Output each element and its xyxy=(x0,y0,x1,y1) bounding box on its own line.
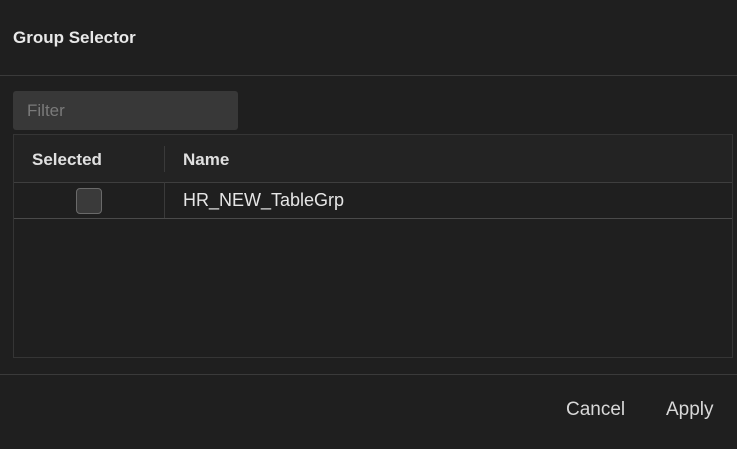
column-divider[interactable] xyxy=(164,146,165,172)
header-divider xyxy=(0,75,737,76)
cancel-button[interactable]: Cancel xyxy=(566,399,625,421)
dialog-title: Group Selector xyxy=(13,28,136,47)
column-header-name[interactable]: Name xyxy=(183,150,229,170)
cell-divider xyxy=(164,182,165,218)
group-name-cell: HR_NEW_TableGrp xyxy=(183,190,345,210)
group-table: Selected Name HR_NEW_TableGrp xyxy=(13,134,733,358)
apply-button[interactable]: Apply xyxy=(666,399,714,421)
filter-input[interactable] xyxy=(13,91,238,130)
row-select-checkbox[interactable] xyxy=(76,188,102,214)
column-header-selected[interactable]: Selected xyxy=(32,150,102,170)
footer-divider xyxy=(0,374,737,375)
table-row[interactable]: HR_NEW_TableGrp xyxy=(14,182,732,219)
table-header: Selected Name xyxy=(14,135,732,183)
